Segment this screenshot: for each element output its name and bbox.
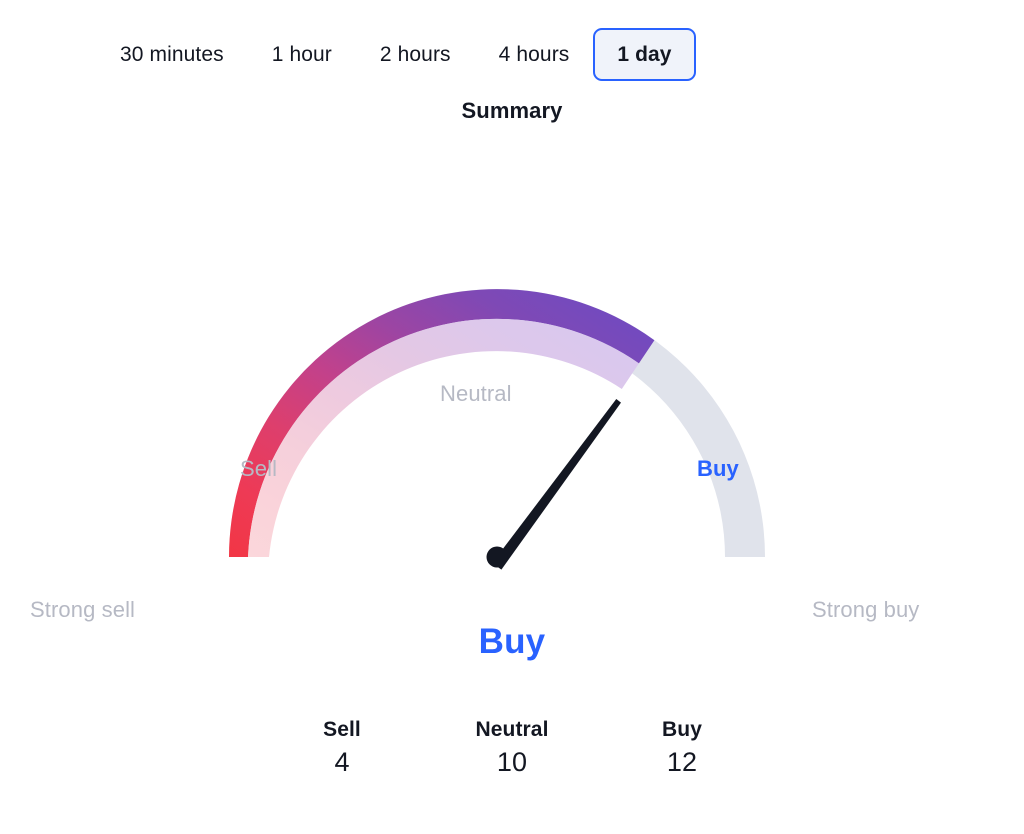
timeframe-tab-30-minutes[interactable]: 30 minutes bbox=[96, 28, 248, 81]
signal-count-sell: Sell 4 bbox=[287, 718, 397, 778]
timeframe-tab-4-hours[interactable]: 4 hours bbox=[475, 28, 594, 81]
gauge-zone-label-strong-sell: Strong sell bbox=[30, 597, 136, 622]
gauge-zone-label-strong-buy: Strong buy bbox=[812, 597, 920, 622]
summary-title: Summary bbox=[461, 98, 563, 123]
signal-count-buy-value: 12 bbox=[666, 747, 698, 778]
timeframe-tab-2-hours[interactable]: 2 hours bbox=[356, 28, 475, 81]
timeframe-tab-1-day[interactable]: 1 day bbox=[593, 27, 696, 81]
timeframe-tab-bar: 30 minutes 1 hour 2 hours 4 hours 1 day bbox=[0, 0, 1024, 81]
gauge-zone-label-neutral: Neutral bbox=[440, 381, 512, 406]
timeframe-tab-1-hour[interactable]: 1 hour bbox=[248, 28, 356, 81]
summary-verdict: Buy bbox=[478, 622, 546, 661]
signal-count-neutral: Neutral 10 bbox=[457, 718, 567, 778]
gauge-graphic bbox=[229, 289, 765, 570]
gauge-zone-label-buy: Buy bbox=[697, 456, 739, 481]
summary-gauge: Strong sell Sell Neutral Buy Strong buy bbox=[0, 132, 1024, 632]
gauge-zone-label-sell: Sell bbox=[240, 456, 278, 481]
signal-count-neutral-label: Neutral bbox=[475, 718, 549, 741]
signal-counts: Sell 4 Neutral 10 Buy 12 bbox=[0, 718, 1024, 778]
signal-count-buy-label: Buy bbox=[662, 718, 702, 741]
gauge-needle bbox=[486, 399, 621, 570]
signal-count-sell-value: 4 bbox=[334, 747, 350, 778]
signal-count-sell-label: Sell bbox=[323, 718, 361, 741]
signal-count-buy: Buy 12 bbox=[627, 718, 737, 778]
gauge-needle-pivot bbox=[486, 546, 508, 568]
gauge-value-arc-inner bbox=[248, 318, 639, 557]
signal-count-neutral-value: 10 bbox=[496, 747, 528, 778]
